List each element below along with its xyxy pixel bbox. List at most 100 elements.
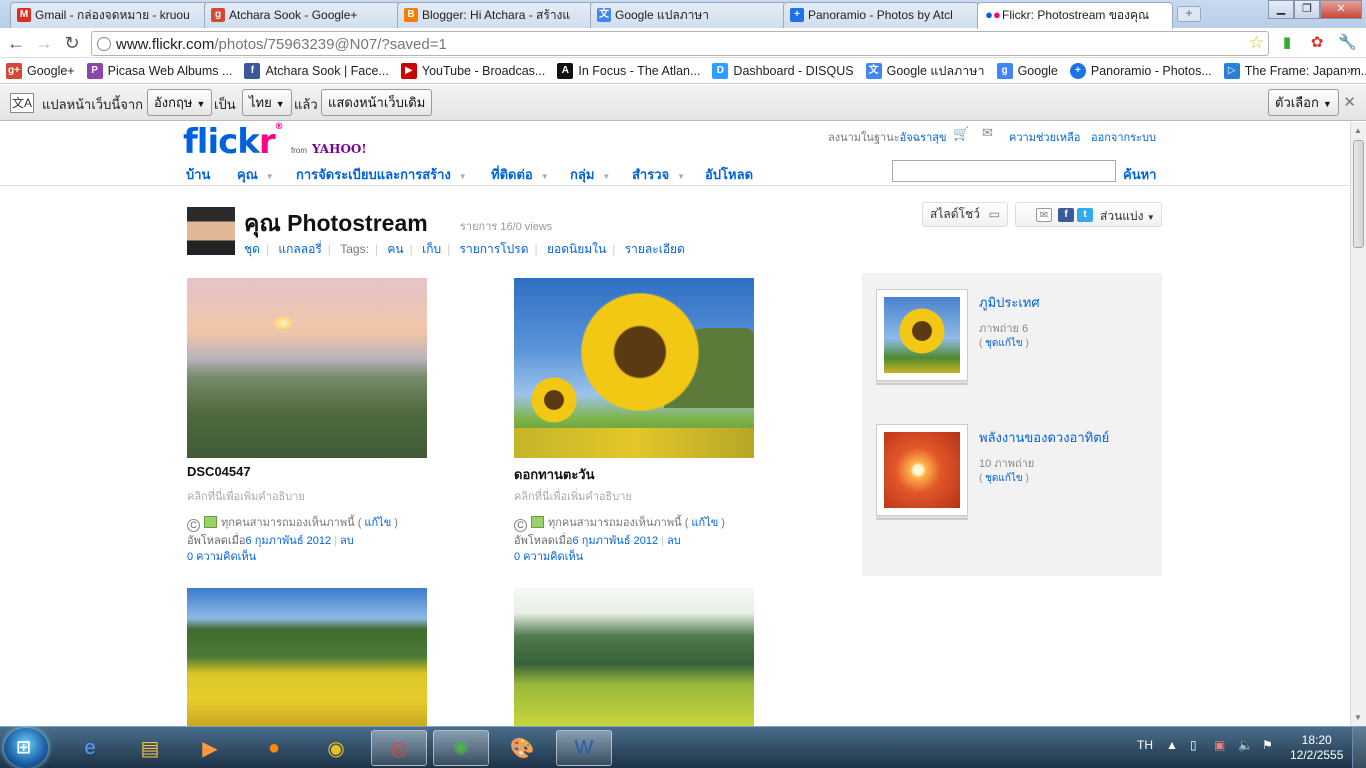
orange-app-icon[interactable]: ●	[246, 730, 302, 766]
subnav-archives[interactable]: เก็บ	[422, 242, 441, 256]
signed-in-user-link[interactable]: อัจฉราสุข	[900, 132, 947, 144]
slideshow-button[interactable]: สไลด์โชว์ ▭	[922, 202, 1008, 227]
subnav-galleries[interactable]: แกลลอรี่	[278, 242, 321, 256]
address-bar[interactable]: www.flickr.com/photos/75963239@N07/?save…	[91, 31, 1269, 56]
bookmark-google[interactable]: g Google	[996, 62, 1058, 79]
minimize-button[interactable]: ▁	[1268, 0, 1294, 19]
bookmark-atlantic[interactable]: A In Focus - The Atlan...	[557, 62, 700, 79]
photo-thumbnail[interactable]	[514, 278, 754, 458]
nav-contacts[interactable]: ที่ติดต่อ ▼	[491, 164, 549, 185]
internet-explorer-icon[interactable]: e	[62, 730, 118, 766]
delete-link[interactable]: ลบ	[340, 535, 354, 547]
wrench-icon[interactable]: 🔧	[1338, 33, 1357, 51]
photo-title[interactable]: ดอกทานตะวัน	[514, 464, 595, 485]
facebook-share-icon[interactable]: f	[1058, 208, 1074, 222]
show-original-button[interactable]: แสดงหน้าเว็บเดิม	[321, 89, 433, 116]
vertical-scrollbar[interactable]: ▲ ▼	[1350, 122, 1366, 726]
tab-gmail[interactable]: M Gmail - กล่องจดหมาย - kruou	[10, 2, 208, 28]
action-center-icon[interactable]: ⚑	[1262, 738, 1273, 752]
comments-link[interactable]: 0 ความคิดเห็น	[514, 547, 583, 565]
subnav-tags[interactable]: Tags:	[340, 242, 369, 256]
tab-flickr[interactable]: ●● Flickr: Photostream ของคุณ	[977, 2, 1173, 29]
bookmark-google-translate[interactable]: 文 Google แปลภาษา	[865, 61, 985, 81]
bookmark-panoramio[interactable]: + Panoramio - Photos...	[1069, 62, 1212, 79]
signout-link[interactable]: ออกจากระบบ	[1091, 132, 1156, 144]
photo-thumbnail[interactable]	[187, 278, 427, 458]
bookmark-youtube[interactable]: ▶ YouTube - Broadcas...	[400, 62, 545, 79]
nav-explore[interactable]: สำรวจ ▼	[632, 164, 685, 185]
nav-you[interactable]: คุณ ▼	[237, 164, 274, 185]
close-translate-bar-icon[interactable]: ✕	[1343, 93, 1356, 111]
photo-title[interactable]: DSC04547	[187, 464, 251, 479]
avatar[interactable]	[187, 207, 235, 255]
bookmark-facebook[interactable]: f Atchara Sook | Face...	[244, 62, 389, 79]
tab-blogger[interactable]: B Blogger: Hi Atchara - สร้างแ	[397, 2, 593, 28]
tab-google-plus[interactable]: g Atchara Sook - Google+	[204, 2, 400, 28]
media-player-icon[interactable]: ▶	[182, 730, 238, 766]
flickr-logo[interactable]: flickr®	[183, 122, 284, 162]
bookmarks-overflow-button[interactable]: »	[1347, 62, 1354, 77]
signal-bars-icon[interactable]: ▮	[1278, 33, 1296, 51]
bookmark-disqus[interactable]: D Dashboard - DISQUS	[712, 62, 854, 79]
show-desktop-button[interactable]	[1352, 727, 1366, 768]
start-button[interactable]: ⊞	[4, 728, 48, 768]
upload-date-link[interactable]: 6 กุมภาพันธ์ 2012	[246, 535, 332, 547]
photo-description[interactable]: คลิกที่นี่เพื่อเพิ่มคำอธิบาย	[514, 487, 632, 505]
nav-home[interactable]: บ้าน	[186, 164, 210, 185]
chrome-icon[interactable]: ◎	[371, 730, 427, 766]
photo-thumbnail[interactable]	[187, 588, 427, 726]
bookmark-star-icon[interactable]: ☆	[1249, 33, 1264, 53]
subnav-profile[interactable]: รายละเอียด	[625, 242, 685, 256]
close-window-button[interactable]: ✕	[1320, 0, 1362, 19]
extension-icon[interactable]: ✿	[1308, 33, 1326, 51]
nav-groups[interactable]: กลุ่ม ▼	[570, 164, 610, 185]
subnav-people[interactable]: คน	[387, 242, 403, 256]
twitter-share-icon[interactable]: t	[1077, 208, 1093, 222]
new-tab-button[interactable]: +	[1177, 6, 1201, 22]
subnav-sets[interactable]: ชุด	[244, 242, 260, 256]
edit-privacy-link[interactable]: แก้ไข	[691, 517, 718, 529]
back-arrow-icon[interactable]: ←	[4, 33, 28, 54]
set-thumbnail[interactable]	[876, 289, 968, 381]
scroll-down-icon[interactable]: ▼	[1354, 713, 1362, 722]
tab-panoramio[interactable]: + Panoramio - Photos by Atcl	[783, 2, 979, 28]
set-thumbnail[interactable]	[876, 424, 968, 516]
reload-icon[interactable]: ↻	[60, 33, 84, 54]
to-language-select[interactable]: ไทย ▼	[242, 89, 292, 116]
mail-icon[interactable]: ✉	[982, 125, 993, 141]
nav-organize[interactable]: การจัดระเบียบและการสร้าง ▼	[296, 164, 467, 185]
forward-arrow-icon[interactable]: →	[32, 33, 56, 54]
subnav-favorites[interactable]: รายการโปรด	[460, 242, 529, 256]
word-icon[interactable]: W	[556, 730, 612, 766]
bookmark-google-plus[interactable]: g+ Google+	[6, 62, 75, 79]
set-edit-link[interactable]: ชุดแก้ไข	[985, 473, 1023, 484]
tray-device-icon[interactable]: ▯	[1190, 738, 1197, 752]
comments-link[interactable]: 0 ความคิดเห็น	[187, 547, 256, 565]
photo-description[interactable]: คลิกที่นี่เพื่อเพิ่มคำอธิบาย	[187, 487, 305, 505]
bookmark-the-frame[interactable]: ▷ The Frame: Japan m...	[1223, 62, 1366, 79]
from-language-select[interactable]: อังกฤษ ▼	[147, 89, 213, 116]
translate-options-button[interactable]: ตัวเลือก ▼	[1268, 89, 1339, 116]
paint-icon[interactable]: 🎨	[494, 730, 550, 766]
cart-icon[interactable]: 🛒	[953, 126, 969, 142]
input-language-indicator[interactable]: TH	[1137, 738, 1153, 752]
nav-upload[interactable]: อัปโหลด	[705, 164, 753, 185]
upload-date-link[interactable]: 6 กุมภาพันธ์ 2012	[573, 535, 659, 547]
edit-privacy-link[interactable]: แก้ไข	[364, 517, 391, 529]
volume-icon[interactable]: 🔈	[1238, 738, 1253, 752]
scrollbar-thumb[interactable]	[1353, 140, 1364, 248]
tray-arrow-icon[interactable]: ▲	[1166, 738, 1178, 752]
search-input[interactable]	[892, 160, 1116, 182]
share-button[interactable]: ส่วนแบ่ง ▼	[1100, 207, 1155, 226]
maximize-button[interactable]: ❐	[1294, 0, 1320, 19]
set-title-link[interactable]: ภูมิประเทศ	[979, 292, 1040, 313]
picasa-icon[interactable]: ✺	[433, 730, 489, 766]
set-edit-link[interactable]: ชุดแก้ไข	[985, 338, 1023, 349]
scroll-up-icon[interactable]: ▲	[1354, 126, 1362, 135]
set-title-link[interactable]: พลังงานของดวงอาทิตย์	[979, 427, 1109, 448]
subnav-popular[interactable]: ยอดนิยมใน	[547, 242, 606, 256]
delete-link[interactable]: ลบ	[667, 535, 681, 547]
help-link[interactable]: ความช่วยเหลือ	[1009, 132, 1080, 144]
camera-app-icon[interactable]: ◉	[308, 730, 364, 766]
photo-thumbnail[interactable]	[514, 588, 754, 726]
